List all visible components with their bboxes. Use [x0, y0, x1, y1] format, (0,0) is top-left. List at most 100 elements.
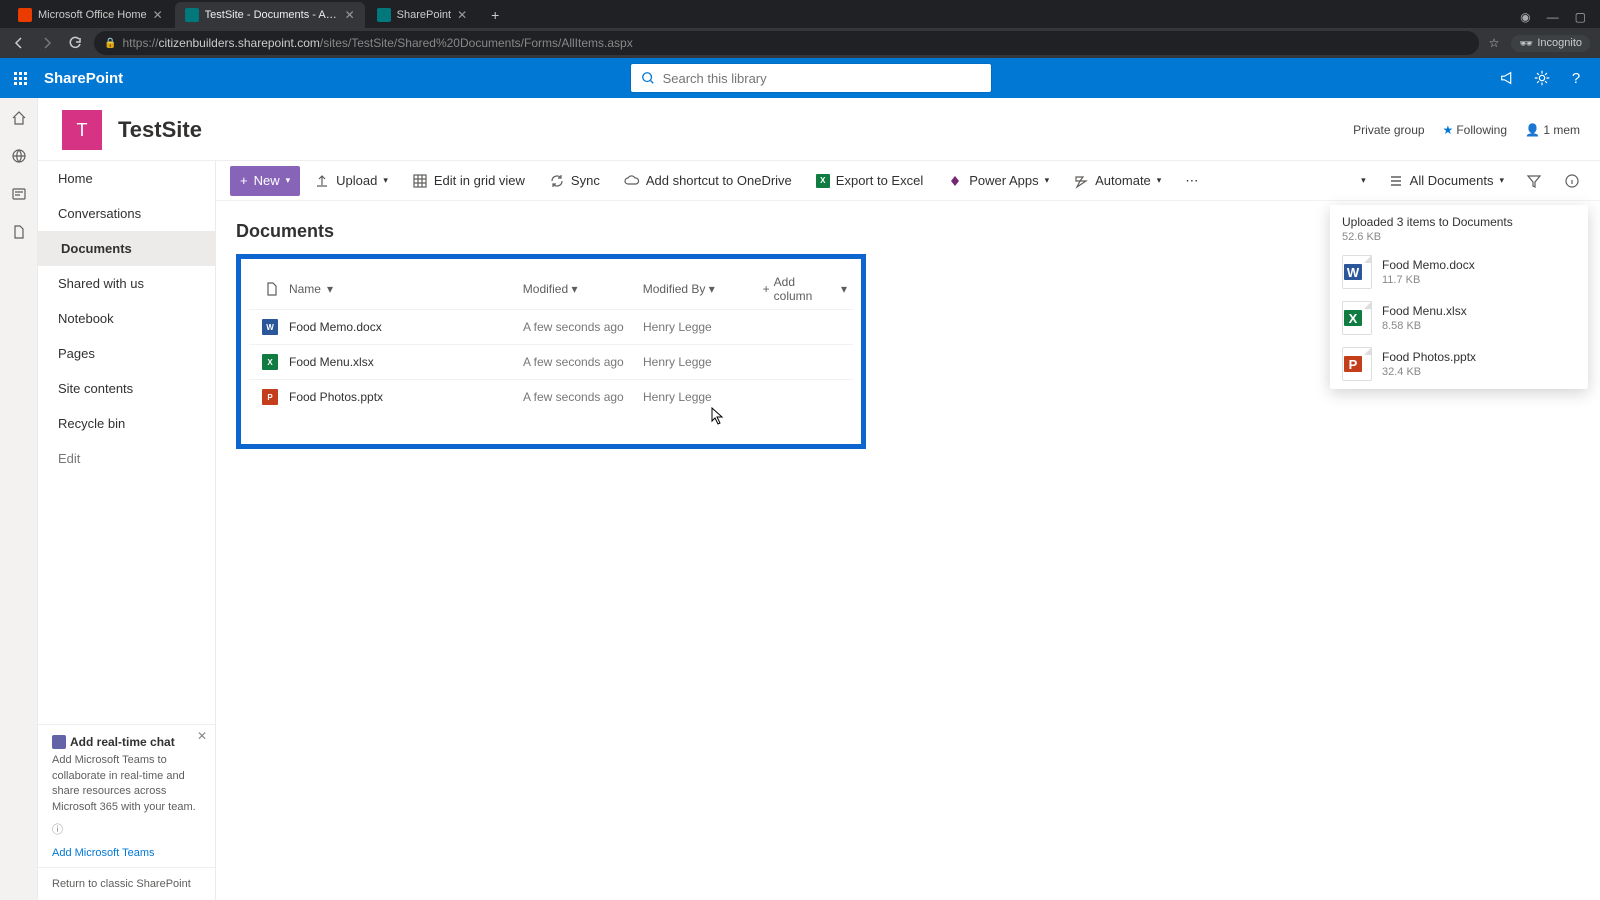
file-type-icon: X: [1342, 301, 1372, 335]
column-modified[interactable]: Modified ▾: [523, 282, 643, 296]
bookmark-icon[interactable]: ☆: [1489, 36, 1500, 50]
more-button[interactable]: ⋯: [1175, 166, 1208, 196]
file-type-icon: X: [262, 354, 278, 370]
cmdbar-chevron[interactable]: ▾: [1355, 166, 1372, 196]
mouse-cursor: [711, 407, 725, 428]
file-modified-by[interactable]: Henry Legge: [643, 355, 763, 369]
upload-item: X Food Menu.xlsx8.58 KB: [1342, 301, 1576, 335]
info-button[interactable]: [1558, 166, 1586, 196]
automate-icon: [1073, 173, 1089, 189]
url-host: citizenbuilders.sharepoint.com: [158, 36, 319, 50]
document-list: Name▾ Modified ▾ Modified By ▾ +Add colu…: [236, 254, 866, 449]
excel-icon: X: [816, 174, 830, 188]
search-box[interactable]: [631, 64, 991, 92]
search-input[interactable]: [663, 71, 981, 86]
close-icon[interactable]: ✕: [457, 8, 467, 22]
rail-globe-icon[interactable]: [9, 146, 29, 166]
nav-item[interactable]: Home: [38, 161, 215, 196]
file-name[interactable]: Food Menu.xlsx: [289, 355, 374, 369]
nav-item[interactable]: Site contents: [38, 371, 215, 406]
browser-navbar: 🔒 https://citizenbuilders.sharepoint.com…: [0, 28, 1600, 58]
toast-heading: Uploaded 3 items to Documents: [1342, 215, 1576, 229]
file-modified: A few seconds ago: [523, 355, 643, 369]
file-modified: A few seconds ago: [523, 390, 643, 404]
rail-home-icon[interactable]: [9, 108, 29, 128]
browser-account-icon[interactable]: ◉: [1520, 10, 1530, 24]
teaser-link[interactable]: Add Microsoft Teams: [52, 847, 201, 859]
list-icon: [1388, 173, 1404, 189]
doc-type-icon[interactable]: [255, 281, 289, 297]
new-button[interactable]: + New ▾: [230, 166, 300, 196]
tab-title: Microsoft Office Home: [38, 9, 147, 21]
back-button[interactable]: [10, 34, 28, 52]
site-header: T TestSite Private group ★Following 👤 1 …: [38, 98, 1600, 161]
nav-item[interactable]: Recycle bin: [38, 406, 215, 441]
site-title[interactable]: TestSite: [118, 117, 202, 143]
automate-button[interactable]: Automate ▾: [1063, 166, 1171, 196]
add-shortcut-button[interactable]: Add shortcut to OneDrive: [614, 166, 802, 196]
close-icon[interactable]: ✕: [197, 729, 207, 743]
file-name[interactable]: Food Memo.docx: [289, 320, 382, 334]
upload-item: W Food Memo.docx11.7 KB: [1342, 255, 1576, 289]
export-excel-button[interactable]: X Export to Excel: [806, 166, 933, 196]
chevron-down-icon: ▾: [1157, 175, 1162, 186]
url-bar[interactable]: 🔒 https://citizenbuilders.sharepoint.com…: [94, 31, 1479, 55]
view-selector[interactable]: All Documents ▾: [1382, 166, 1510, 196]
browser-tab[interactable]: SharePoint✕: [367, 2, 478, 28]
help-icon[interactable]: ?: [1566, 68, 1586, 88]
file-name[interactable]: Food Photos.pptx: [289, 390, 383, 404]
minimize-button[interactable]: —: [1547, 10, 1559, 24]
nav-item[interactable]: Conversations: [38, 196, 215, 231]
upload-button[interactable]: Upload ▾: [304, 166, 398, 196]
chevron-down-icon: ▾: [286, 175, 291, 186]
add-column[interactable]: +Add column ▾: [763, 275, 847, 303]
new-tab-button[interactable]: +: [485, 5, 505, 25]
table-header: Name▾ Modified ▾ Modified By ▾ +Add colu…: [249, 269, 853, 309]
suite-brand[interactable]: SharePoint: [40, 70, 123, 87]
star-icon: ★: [1443, 123, 1454, 137]
power-apps-button[interactable]: Power Apps ▾: [937, 166, 1059, 196]
table-row[interactable]: W Food Memo.docx A few seconds ago Henry…: [249, 309, 853, 344]
sync-button[interactable]: Sync: [539, 166, 610, 196]
teams-icon: [52, 735, 66, 749]
follow-button[interactable]: ★Following: [1443, 123, 1507, 137]
upload-file-name: Food Photos.pptx: [1382, 350, 1476, 364]
info-icon[interactable]: ⓘ: [52, 821, 201, 837]
rail-files-icon[interactable]: [9, 222, 29, 242]
nav-item[interactable]: Shared with us: [38, 266, 215, 301]
column-modified-by[interactable]: Modified By ▾: [643, 282, 763, 296]
members-count[interactable]: 👤 1 mem: [1525, 123, 1580, 137]
file-modified-by[interactable]: Henry Legge: [643, 390, 763, 404]
reload-button[interactable]: [66, 34, 84, 52]
url-path: /sites/TestSite/Shared%20Documents/Forms…: [320, 36, 633, 50]
tab-title: TestSite - Documents - All Docum: [205, 9, 339, 21]
chevron-down-icon: ▾: [1499, 175, 1504, 186]
column-name[interactable]: Name▾: [289, 282, 523, 296]
filter-button[interactable]: [1520, 166, 1548, 196]
maximize-button[interactable]: ▢: [1575, 10, 1586, 24]
toast-total-size: 52.6 KB: [1342, 231, 1576, 243]
settings-icon[interactable]: [1532, 68, 1552, 88]
nav-item[interactable]: Documents: [38, 231, 215, 266]
grid-icon: [412, 173, 428, 189]
file-modified-by[interactable]: Henry Legge: [643, 320, 763, 334]
megaphone-icon[interactable]: [1498, 68, 1518, 88]
edit-grid-button[interactable]: Edit in grid view: [402, 166, 535, 196]
forward-button[interactable]: [38, 34, 56, 52]
teaser-body: Add Microsoft Teams to collaborate in re…: [52, 753, 201, 815]
table-row[interactable]: X Food Menu.xlsx A few seconds ago Henry…: [249, 344, 853, 379]
browser-tabstrip: Microsoft Office Home✕TestSite - Documen…: [0, 0, 1600, 28]
return-classic[interactable]: Return to classic SharePoint: [38, 867, 215, 900]
browser-tab[interactable]: TestSite - Documents - All Docum ✕: [175, 2, 365, 28]
app-launcher[interactable]: [0, 58, 40, 98]
table-row[interactable]: P Food Photos.pptx A few seconds ago Hen…: [249, 379, 853, 414]
close-icon[interactable]: ✕: [153, 8, 163, 22]
upload-file-size: 8.58 KB: [1382, 320, 1467, 332]
nav-edit[interactable]: Edit: [38, 441, 215, 476]
nav-item[interactable]: Notebook: [38, 301, 215, 336]
close-icon[interactable]: ✕: [345, 8, 355, 22]
favicon: [185, 8, 199, 22]
nav-item[interactable]: Pages: [38, 336, 215, 371]
browser-tab[interactable]: Microsoft Office Home ✕: [8, 2, 173, 28]
rail-news-icon[interactable]: [9, 184, 29, 204]
